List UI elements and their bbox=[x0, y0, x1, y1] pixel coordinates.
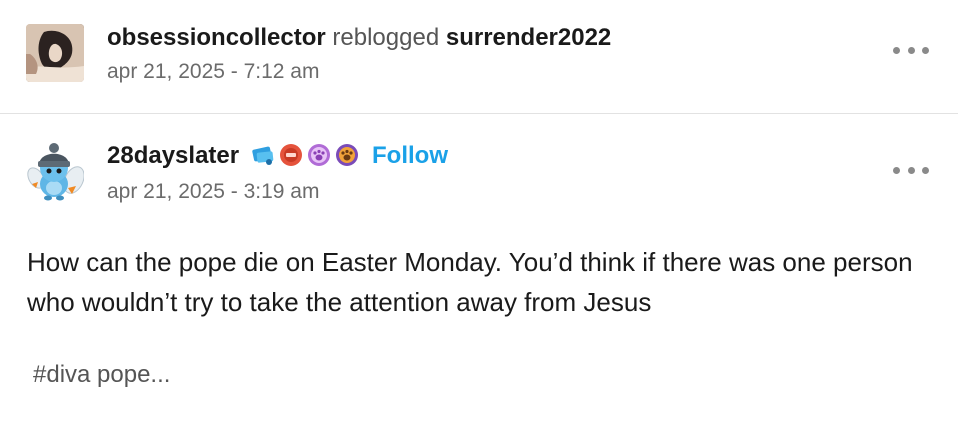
orange-paw-badge-icon[interactable] bbox=[334, 142, 360, 168]
post-timestamp[interactable]: apr 21, 2025 - 3:19 am bbox=[107, 179, 319, 205]
tumblr-post: obsessioncollector reblogged surrender20… bbox=[0, 0, 958, 422]
more-dot-icon bbox=[893, 46, 900, 54]
more-dot-icon bbox=[922, 166, 929, 174]
post-text: How can the pope die on Easter Monday. Y… bbox=[27, 247, 913, 317]
post-tags[interactable]: #diva pope... bbox=[33, 360, 170, 390]
badge-list bbox=[250, 140, 360, 170]
reblogger-username[interactable]: obsessioncollector bbox=[107, 24, 326, 51]
author-avatar[interactable] bbox=[24, 138, 84, 204]
more-dot-icon bbox=[907, 166, 915, 174]
follow-button[interactable]: Follow bbox=[372, 142, 448, 170]
more-dot-icon bbox=[907, 46, 915, 54]
source-username[interactable]: surrender2022 bbox=[446, 24, 611, 51]
purple-paw-badge-icon[interactable] bbox=[306, 142, 332, 168]
author-username[interactable]: 28dayslater bbox=[107, 142, 239, 170]
reblog-timestamp[interactable]: apr 21, 2025 - 7:12 am bbox=[107, 59, 319, 85]
ticket-badge-icon[interactable] bbox=[250, 142, 276, 168]
reblog-more-options-button[interactable] bbox=[893, 42, 929, 58]
reblogger-avatar[interactable] bbox=[26, 24, 84, 82]
post-more-options-button[interactable] bbox=[893, 162, 929, 178]
post-body: How can the pope die on Easter Monday. Y… bbox=[27, 242, 937, 322]
reblog-attribution: obsessioncollector reblogged surrender20… bbox=[107, 24, 611, 52]
red-shield-badge-icon[interactable] bbox=[278, 142, 304, 168]
more-dot-icon bbox=[893, 166, 900, 174]
reblog-verb: reblogged bbox=[332, 24, 440, 51]
reblog-header: obsessioncollector reblogged surrender20… bbox=[0, 0, 958, 113]
divider bbox=[0, 113, 958, 114]
more-dot-icon bbox=[922, 46, 929, 54]
